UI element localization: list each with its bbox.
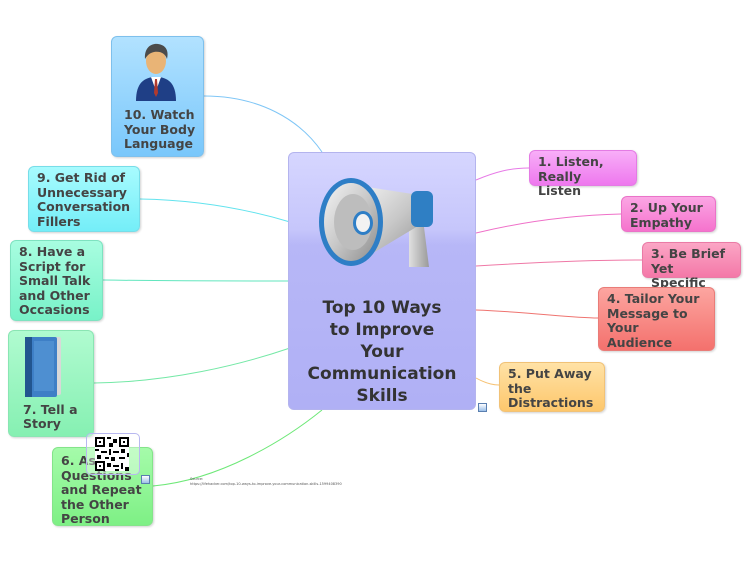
central-topic-title: Top 10 Ways to Improve Your Communicatio… bbox=[307, 298, 457, 406]
topic-9[interactable]: 9. Get Rid of Unnecessary Conversation F… bbox=[28, 166, 140, 232]
topic-label: 3. Be Brief Yet Specific bbox=[651, 246, 726, 291]
url-note-link[interactable]: https://lifehacker.com/top-10-ways-to-im… bbox=[190, 482, 342, 487]
topic-2[interactable]: 2. Up Your Empathy bbox=[621, 196, 716, 232]
connector-4 bbox=[475, 309, 599, 319]
central-topic[interactable]: Top 10 Ways to Improve Your Communicatio… bbox=[288, 152, 476, 410]
topic-label: 4. Tailor Your Message to Your Audience bbox=[607, 291, 700, 350]
connector-1 bbox=[475, 167, 530, 181]
mind-map-canvas: Top 10 Ways to Improve Your Communicatio… bbox=[0, 0, 750, 563]
topic-3[interactable]: 3. Be Brief Yet Specific bbox=[642, 242, 741, 290]
connector-3 bbox=[475, 259, 643, 267]
connector-8 bbox=[102, 279, 291, 282]
topic-label: 8. Have a Script for Small Talk and Othe… bbox=[19, 244, 91, 318]
topic-label: 1. Listen, Really Listen bbox=[538, 154, 604, 199]
connector-10 bbox=[203, 95, 323, 153]
qr-code-attachment[interactable] bbox=[86, 433, 140, 475]
note-icon[interactable] bbox=[478, 403, 487, 412]
topic-label: 9. Get Rid of Unnecessary Conversation F… bbox=[37, 170, 131, 229]
topic-10[interactable]: 10. Watch Your Body Language bbox=[111, 36, 204, 157]
topic-label: 5. Put Away the Distractions bbox=[508, 366, 594, 411]
topic-label: 10. Watch Your Body Language bbox=[124, 107, 196, 152]
topic-label: 7. Tell a Story bbox=[23, 401, 78, 432]
qr-code-icon bbox=[95, 437, 129, 471]
connector-5 bbox=[475, 377, 500, 386]
megaphone-icon bbox=[319, 178, 433, 267]
topic-5[interactable]: 5. Put Away the Distractions bbox=[499, 362, 605, 412]
connector-6 bbox=[152, 409, 323, 487]
note-icon[interactable] bbox=[141, 475, 150, 484]
book-icon bbox=[25, 337, 61, 397]
connector-2 bbox=[475, 213, 622, 234]
topic-7[interactable]: 7. Tell a Story bbox=[8, 330, 94, 437]
topic-8[interactable]: 8. Have a Script for Small Talk and Othe… bbox=[10, 240, 103, 321]
url-note[interactable]: Source: https://lifehacker.com/top-10-wa… bbox=[190, 477, 342, 487]
businessman-icon bbox=[136, 43, 176, 101]
topic-label: 2. Up Your Empathy bbox=[630, 200, 703, 230]
connector-9 bbox=[139, 198, 291, 223]
connector-7 bbox=[93, 347, 291, 384]
topic-1[interactable]: 1. Listen, Really Listen bbox=[529, 150, 637, 198]
topic-4[interactable]: 4. Tailor Your Message to Your Audience bbox=[598, 287, 715, 351]
